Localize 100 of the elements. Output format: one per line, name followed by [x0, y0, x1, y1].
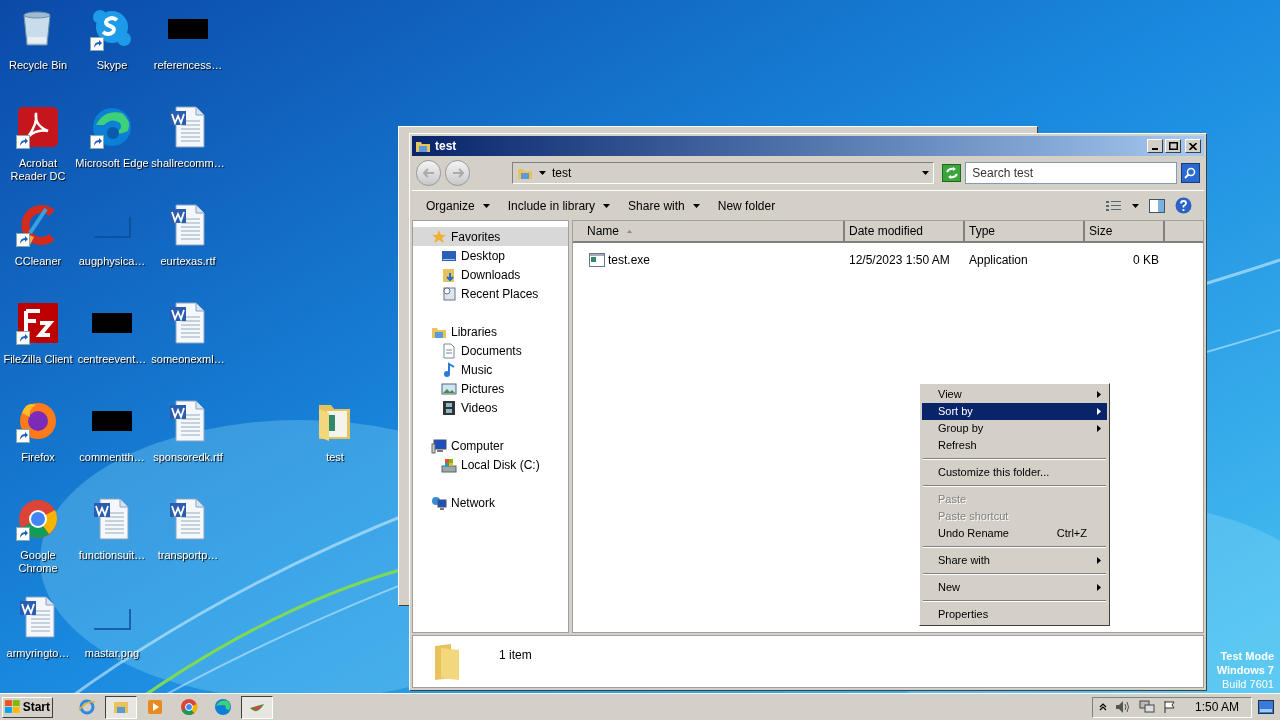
computer-icon: [431, 437, 447, 454]
toolbar-button[interactable]: Include in library: [499, 194, 619, 217]
windows-logo-icon: [5, 700, 21, 714]
pdf-app-icon: [16, 105, 60, 149]
nav-item[interactable]: Local Disk (C:): [413, 455, 568, 474]
recent-places-icon: [441, 285, 457, 302]
menu-item[interactable]: Sort by: [922, 403, 1107, 420]
desktop-icon-label[interactable]: armyringto…: [6, 647, 70, 660]
file-name[interactable]: test.exe: [608, 251, 651, 269]
menu-item[interactable]: View: [922, 386, 1107, 403]
caret-icon: [1132, 203, 1139, 208]
network-icon[interactable]: [1138, 700, 1155, 714]
nav-item[interactable]: Network: [413, 493, 568, 512]
window-title: test: [435, 138, 457, 155]
nav-item[interactable]: Pictures: [413, 379, 568, 398]
close-icon: [1189, 142, 1197, 150]
start-button[interactable]: Start: [2, 696, 53, 718]
search-button[interactable]: [1180, 163, 1200, 183]
document-icon: [441, 342, 457, 359]
menu-item[interactable]: Customize this folder...: [922, 464, 1107, 481]
minimize-button[interactable]: [1147, 139, 1163, 153]
view-list-icon[interactable]: [1106, 199, 1122, 212]
caret-icon: [539, 171, 546, 175]
toolbar-button[interactable]: New folder: [709, 194, 784, 217]
refresh-button[interactable]: [942, 164, 962, 182]
ftp-app-icon: [16, 301, 60, 345]
nav-item[interactable]: Documents: [413, 341, 568, 360]
desktop-icon-label[interactable]: commentth…: [79, 451, 145, 464]
desktop-icon-label[interactable]: Microsoft Edge: [75, 157, 149, 170]
nav-item[interactable]: Downloads: [413, 265, 568, 284]
toolbar-button[interactable]: Organize: [418, 194, 498, 217]
nav-item[interactable]: Favorites: [413, 227, 568, 246]
desktop-icon-label[interactable]: Acrobat Reader DC: [0, 157, 76, 183]
desktop-icon-image[interactable]: [16, 105, 60, 149]
column-header[interactable]: Type: [965, 221, 1085, 243]
caret-icon: [922, 171, 930, 175]
nav-item[interactable]: Libraries: [413, 322, 568, 341]
back-arrow-icon: [422, 168, 435, 178]
desktop-icon-label[interactable]: augphysica…: [78, 255, 146, 268]
maximize-button[interactable]: [1165, 139, 1181, 153]
forward-arrow-icon: [451, 168, 464, 178]
menu-item[interactable]: New: [922, 579, 1107, 596]
desktop-icon-label[interactable]: eurtexas.rtf: [160, 255, 216, 268]
menu-item[interactable]: Share with: [922, 552, 1107, 569]
desktop-icon-label[interactable]: referencess…: [153, 59, 223, 72]
browser-icon: [180, 698, 198, 716]
flag-icon[interactable]: [1162, 700, 1177, 714]
nav-item[interactable]: Desktop: [413, 246, 568, 265]
submenu-arrow-icon: [1097, 557, 1101, 564]
desktop-icon-label[interactable]: shallrecomm…: [151, 157, 225, 170]
nav-item[interactable]: Computer: [413, 436, 568, 455]
address-bar[interactable]: test: [512, 162, 935, 184]
menu-item[interactable]: Refresh: [922, 437, 1107, 454]
caret-icon: [482, 203, 490, 208]
address-crumb[interactable]: test: [552, 164, 572, 182]
chevron-up-icon[interactable]: [1098, 703, 1107, 711]
nav-item[interactable]: Videos: [413, 398, 568, 417]
close-button[interactable]: [1185, 139, 1201, 153]
desktop-icon-label[interactable]: FileZilla Client: [3, 353, 73, 366]
file-size: 0 KB: [1132, 252, 1160, 269]
clock[interactable]: 1:50 AM: [1194, 698, 1239, 716]
desktop-icon-image[interactable]: [90, 7, 134, 51]
menu-item[interactable]: Undo Rename Ctrl+Z: [922, 525, 1107, 542]
desktop-icon-label[interactable]: centreevent…: [77, 353, 147, 366]
menu-item[interactable]: Group by: [922, 420, 1107, 437]
desktop-icon-label[interactable]: Firefox: [21, 451, 55, 464]
taskbar-button[interactable]: [105, 695, 137, 719]
test-mode-text: Build 7601: [1222, 677, 1274, 691]
column-header[interactable]: Name: [573, 221, 845, 243]
desktop-icon-label[interactable]: Google Chrome: [0, 549, 76, 575]
network-icon: [431, 494, 447, 511]
speaker-icon[interactable]: [1114, 700, 1131, 714]
menu-shortcut: Ctrl+Z: [1056, 526, 1087, 542]
menu-item[interactable]: Properties: [922, 606, 1107, 623]
nav-item[interactable]: Recent Places: [413, 284, 568, 303]
search-icon: [1184, 167, 1197, 179]
preview-pane-icon[interactable]: [1149, 197, 1165, 214]
column-header[interactable]: Date modified: [845, 221, 965, 243]
desktop-icon-label[interactable]: someonexml…: [151, 353, 225, 366]
show-desktop-icon[interactable]: [1258, 700, 1274, 714]
header-filler: [1165, 221, 1203, 243]
column-header[interactable]: Size: [1085, 221, 1165, 243]
toolbar-button[interactable]: Share with: [620, 194, 708, 217]
search-field[interactable]: Search test: [965, 162, 1177, 184]
desktop-icon-label[interactable]: Recycle Bin: [8, 59, 68, 72]
desktop-icon-image[interactable]: [16, 301, 60, 345]
minimize-icon: [1152, 148, 1158, 150]
desktop-icon-label[interactable]: Skype: [96, 59, 128, 72]
desktop-icon-image[interactable]: [16, 497, 60, 541]
desktop-icon-image[interactable]: [90, 105, 134, 149]
caret-icon: [692, 203, 700, 208]
desktop-icon-label[interactable]: CCleaner: [14, 255, 62, 268]
nav-item[interactable]: Music: [413, 360, 568, 379]
taskbar-button[interactable]: [241, 695, 273, 719]
test-mode-text: Windows 7: [1216, 663, 1274, 677]
help-icon[interactable]: [1175, 197, 1192, 214]
music-note-icon: [441, 361, 457, 378]
status-text: 1 item: [499, 647, 532, 664]
film-icon: [441, 399, 457, 416]
submenu-arrow-icon: [1097, 584, 1101, 591]
